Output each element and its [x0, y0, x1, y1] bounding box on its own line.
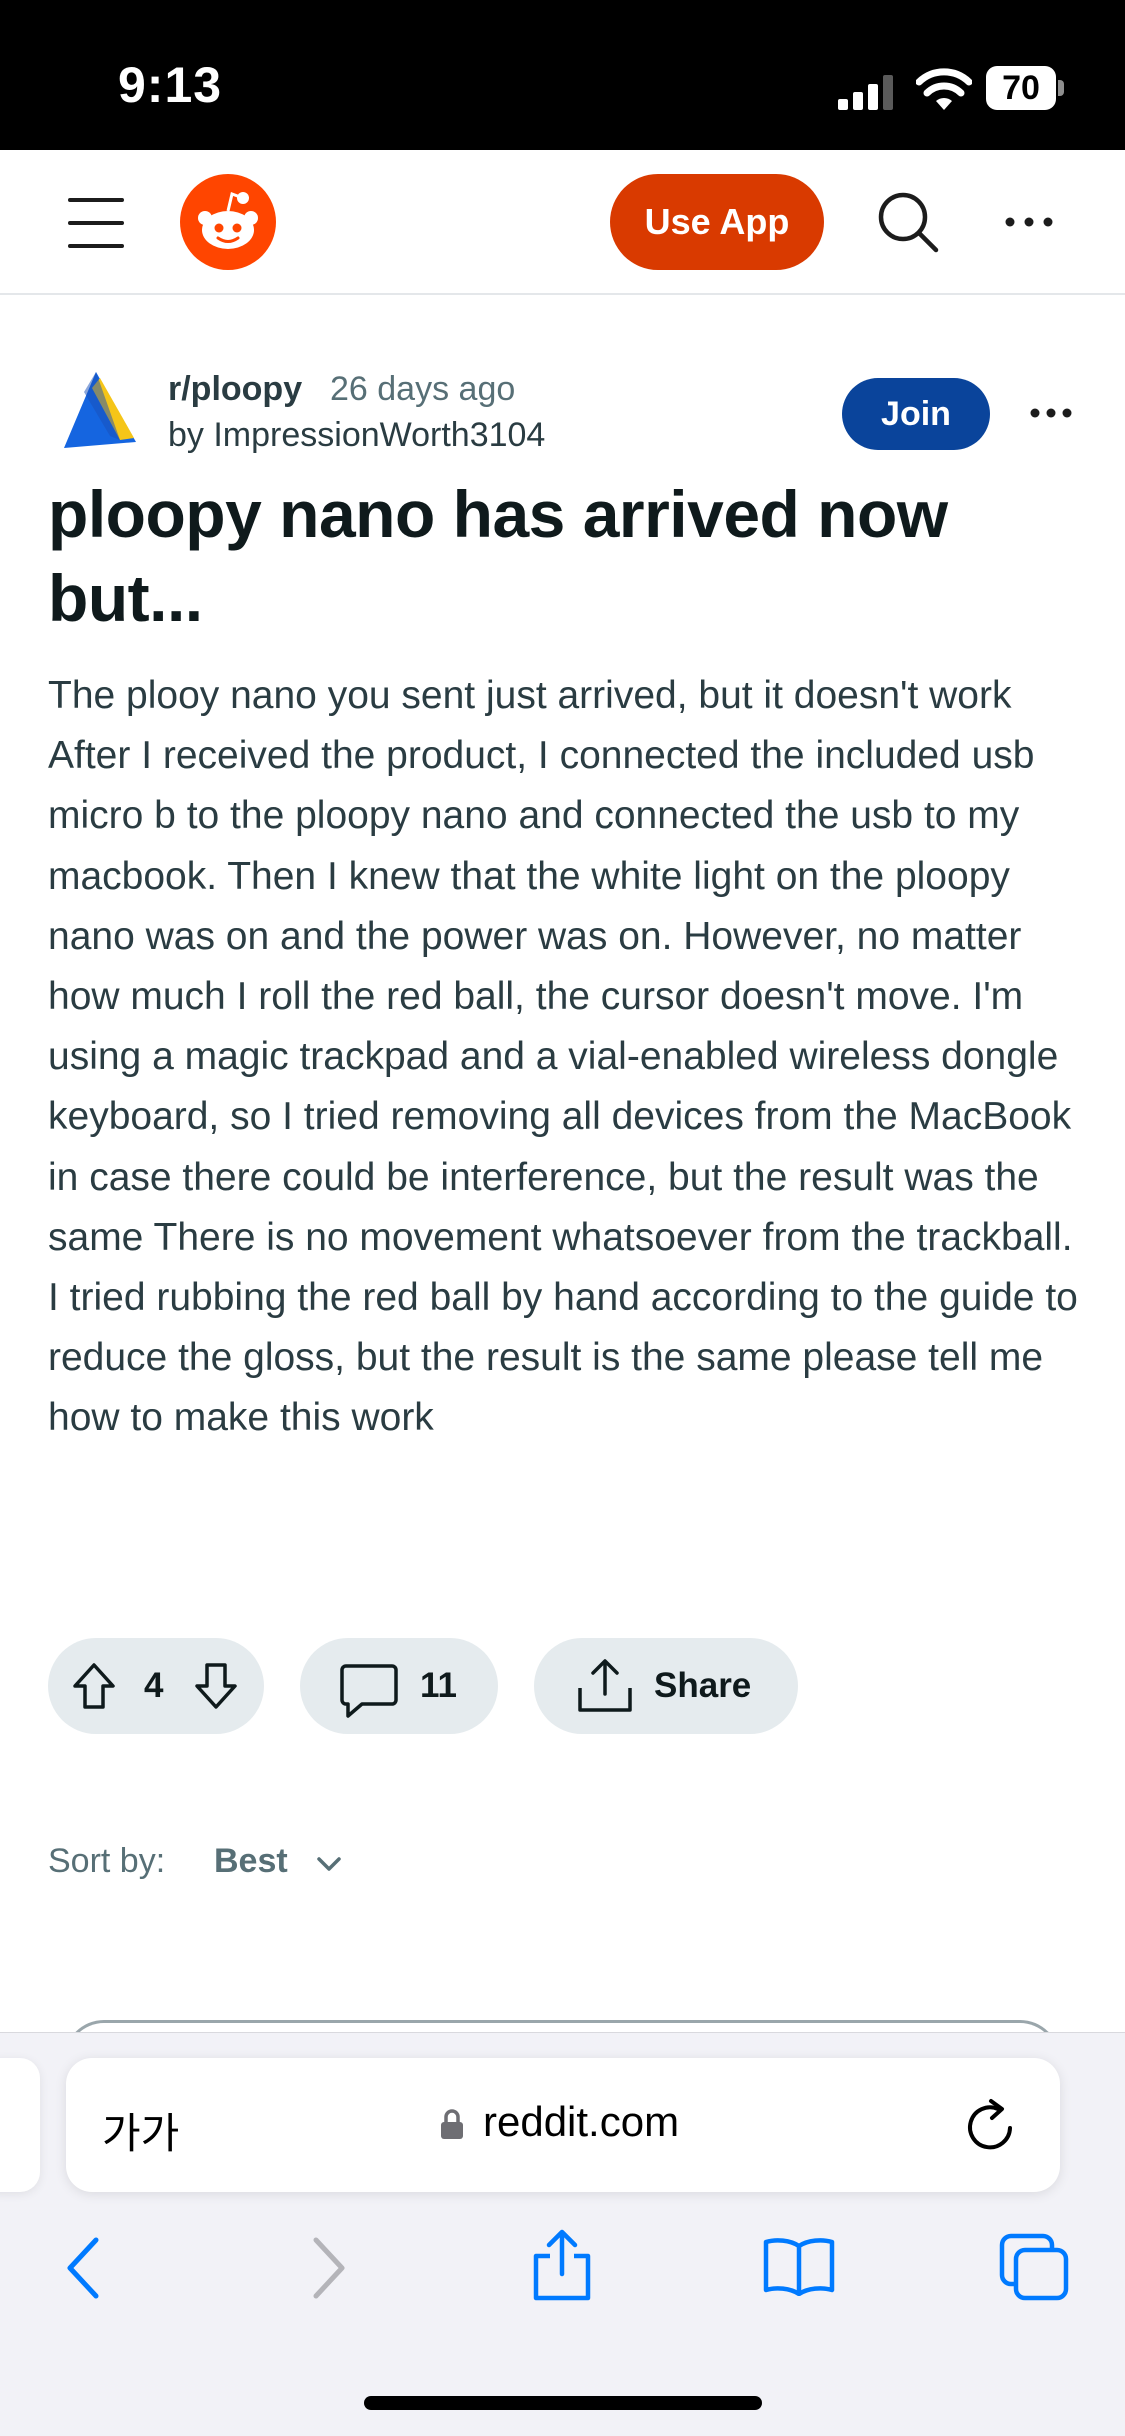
reddit-header — [0, 150, 1125, 295]
back-icon[interactable] — [62, 2236, 106, 2300]
status-time: 9:13 — [118, 57, 223, 113]
comment-icon — [340, 1664, 398, 1718]
text-size-button[interactable]: 가가 — [102, 2100, 179, 2161]
post-body: The plooy nano you sent just arrived, bu… — [48, 674, 1078, 1440]
battery-level: 70 — [1002, 69, 1040, 107]
forward-icon[interactable] — [306, 2236, 350, 2300]
bookmarks-icon[interactable] — [762, 2236, 836, 2296]
post-title: ploopy nano has arrived now but... — [48, 477, 948, 635]
share-sheet-icon[interactable] — [530, 2226, 594, 2302]
reddit-logo-icon[interactable] — [180, 174, 276, 270]
upvote-icon[interactable] — [72, 1662, 116, 1710]
downvote-icon[interactable] — [194, 1662, 238, 1710]
search-icon[interactable] — [876, 190, 940, 254]
comments-button[interactable]: 11 — [300, 1638, 498, 1734]
use-app-button[interactable]: Use App — [610, 174, 824, 270]
chevron-down-icon[interactable] — [314, 1854, 344, 1874]
url-domain[interactable]: reddit.com — [483, 2098, 679, 2146]
post-more-icon[interactable] — [1030, 404, 1072, 422]
home-indicator[interactable] — [364, 2396, 762, 2410]
post-age: 26 days ago — [330, 370, 516, 408]
lock-icon — [441, 2109, 463, 2139]
share-icon — [578, 1659, 632, 1712]
post-author[interactable]: by ImpressionWorth3104 — [168, 416, 545, 455]
share-label: Share — [654, 1666, 752, 1705]
reload-icon[interactable] — [964, 2098, 1018, 2154]
sort-dropdown[interactable]: Best — [214, 1842, 288, 1881]
comment-count: 11 — [420, 1666, 457, 1705]
sort-label: Sort by: — [48, 1842, 166, 1880]
menu-icon[interactable] — [68, 198, 124, 248]
signal-icon — [838, 75, 893, 110]
battery-icon: 70 — [986, 66, 1064, 110]
share-button[interactable]: Share — [534, 1638, 798, 1734]
subreddit-name[interactable]: r/ploopy — [168, 370, 302, 409]
previous-tab-preview[interactable] — [0, 2058, 40, 2192]
join-button[interactable]: Join — [842, 378, 990, 450]
more-icon[interactable] — [1004, 212, 1054, 232]
status-bar: 9:13 70 — [0, 0, 1125, 150]
vote-count: 4 — [144, 1666, 164, 1705]
vote-pill: 4 — [48, 1638, 264, 1734]
tabs-icon[interactable] — [998, 2232, 1070, 2302]
wifi-icon — [916, 68, 972, 110]
subreddit-icon[interactable] — [56, 372, 136, 448]
